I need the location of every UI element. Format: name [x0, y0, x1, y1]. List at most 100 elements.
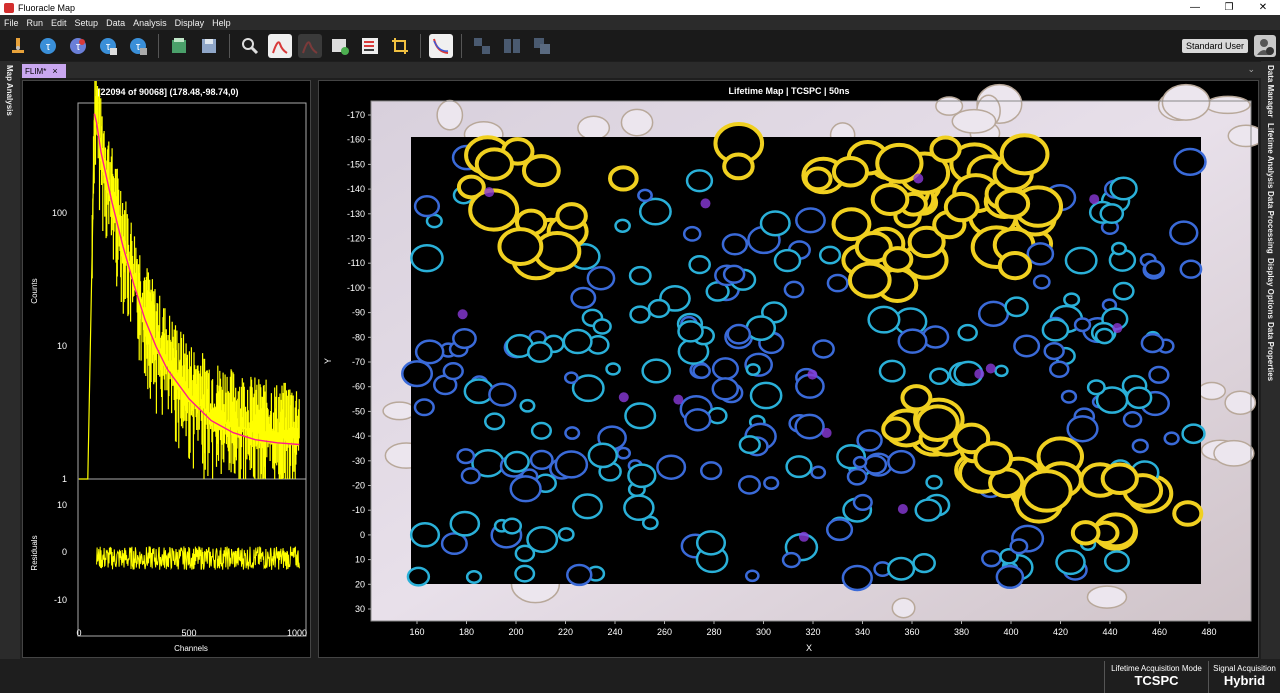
flim-cell	[803, 166, 833, 192]
flim-cell	[722, 152, 755, 181]
brightfield-cell	[577, 115, 611, 141]
flim-cell	[452, 327, 477, 350]
flim-cell	[852, 455, 868, 469]
x-tick-label: 1000	[287, 628, 307, 638]
tab-map-analysis[interactable]: Map Analysis	[5, 65, 14, 116]
map-y-tick-label: -110	[348, 258, 365, 268]
flim-cell	[977, 300, 1010, 328]
user-settings-icon[interactable]	[1254, 34, 1276, 57]
menu-help[interactable]: Help	[208, 18, 235, 28]
menu-file[interactable]: File	[0, 18, 23, 28]
decay-plot[interactable]: [22094 of 90068] (178.48,-98.74,0) Count…	[23, 76, 310, 657]
flim-nucleus	[974, 368, 985, 379]
menu-data[interactable]: Data	[102, 18, 129, 28]
menu-setup[interactable]: Setup	[71, 18, 103, 28]
decay-icon[interactable]	[429, 33, 453, 58]
flim-cell	[749, 381, 783, 410]
flim-cell	[759, 210, 791, 237]
svg-text:τ: τ	[46, 41, 51, 53]
flim-cell	[1026, 242, 1055, 266]
maximize-button[interactable]: ❐	[1212, 2, 1246, 13]
flim-cell	[897, 328, 928, 354]
map-y-tick-label: -40	[352, 431, 365, 441]
flim-cell	[863, 454, 888, 475]
layout-a-icon[interactable]	[470, 34, 494, 58]
y-tick-label: 100	[52, 208, 67, 218]
channels-axis-label: Channels	[174, 644, 208, 653]
map-title: Lifetime Map | TCSPC | 50ns	[728, 86, 849, 96]
save-icon[interactable]	[197, 34, 221, 58]
open-file-icon[interactable]	[167, 34, 191, 58]
flim-cell	[616, 446, 632, 460]
layout-b-icon[interactable]	[500, 34, 524, 58]
flim-cell	[529, 449, 554, 471]
x-tick-label: 500	[181, 628, 196, 638]
lifetime-map[interactable]: Lifetime Map | TCSPC | 50ns Y X -170 -160…	[319, 81, 1265, 657]
menu-display[interactable]: Display	[171, 18, 209, 28]
map-y-tick-label: -100	[347, 283, 365, 293]
flim-cell	[810, 465, 827, 480]
flim-nucleus	[1089, 194, 1100, 205]
flim-cell	[795, 207, 826, 234]
flim-cell	[614, 218, 631, 233]
flim-nucleus	[821, 427, 832, 438]
crop-icon[interactable]	[388, 34, 412, 58]
close-button[interactable]: ✕	[1246, 2, 1280, 13]
minimize-button[interactable]: —	[1178, 2, 1212, 13]
map-x-tick-label: 420	[1053, 627, 1068, 637]
y-tick-label: 1	[62, 474, 67, 484]
flim-cell	[557, 527, 575, 542]
table-check-icon[interactable]	[328, 34, 352, 58]
tab-flim[interactable]: FLIM* ×	[22, 64, 66, 78]
flim-cell	[1041, 318, 1070, 342]
flim-cell	[1163, 431, 1180, 446]
map-x-tick-label: 260	[657, 627, 672, 637]
flim-cell	[997, 250, 1033, 281]
toolbar: τ τ τ τ Standard User	[0, 30, 1280, 61]
tab-data-processing[interactable]: Data Processing	[1266, 191, 1275, 254]
zoom-icon[interactable]	[238, 34, 262, 58]
flim-cell	[1148, 365, 1170, 384]
flim-cell	[1073, 317, 1092, 333]
flim-cell	[627, 463, 657, 489]
map-y-tick-label: -70	[352, 357, 365, 367]
map-x-axis-label: X	[806, 643, 812, 653]
map-x-tick-label: 480	[1201, 627, 1216, 637]
menu-run[interactable]: Run	[23, 18, 48, 28]
brightfield-cell	[436, 99, 464, 131]
checklist-icon[interactable]	[358, 34, 382, 58]
lifetime-mode-label: Lifetime Acquisition Mode	[1111, 664, 1202, 673]
tau-red-icon[interactable]: τ	[66, 34, 90, 58]
flim-cell	[812, 339, 835, 359]
tau-icon[interactable]: τ	[36, 34, 60, 58]
tau-multi-icon[interactable]: τ	[96, 34, 120, 58]
close-tab-icon[interactable]: ×	[52, 66, 57, 76]
flim-cell	[773, 248, 802, 273]
flim-cell	[1049, 360, 1070, 379]
tab-display-options[interactable]: Display Options	[1266, 258, 1275, 319]
spectrum-disabled-icon[interactable]	[298, 33, 322, 58]
flim-cell	[914, 498, 943, 522]
menu-edit[interactable]: Edit	[47, 18, 71, 28]
flim-cell	[605, 362, 621, 376]
flim-cell	[1099, 203, 1125, 225]
brightfield-cell	[1213, 439, 1255, 467]
map-y-tick-label: -170	[347, 110, 365, 120]
app-logo-icon	[4, 2, 14, 13]
spectrum-icon[interactable]	[268, 33, 292, 58]
flim-cell	[514, 564, 536, 583]
menu-analysis[interactable]: Analysis	[129, 18, 171, 28]
tab-data-properties[interactable]: Data Properties	[1266, 322, 1275, 381]
tab-lifetime-analysis[interactable]: Lifetime Analysis	[1266, 123, 1275, 189]
tau-fit-icon[interactable]: τ	[126, 34, 150, 58]
flim-cell	[1103, 550, 1130, 573]
residuals-axis-label: Residuals	[30, 535, 39, 570]
user-role-label[interactable]: Standard User	[1181, 38, 1248, 53]
flim-cell	[413, 195, 441, 218]
map-x-tick-label: 280	[706, 627, 721, 637]
microscope-icon[interactable]	[6, 34, 30, 58]
chevron-down-icon[interactable]: ⌄	[1247, 64, 1255, 75]
tab-data-manager[interactable]: Data Manager	[1266, 65, 1275, 117]
layout-c-icon[interactable]	[530, 34, 554, 58]
flim-cell	[586, 266, 616, 291]
